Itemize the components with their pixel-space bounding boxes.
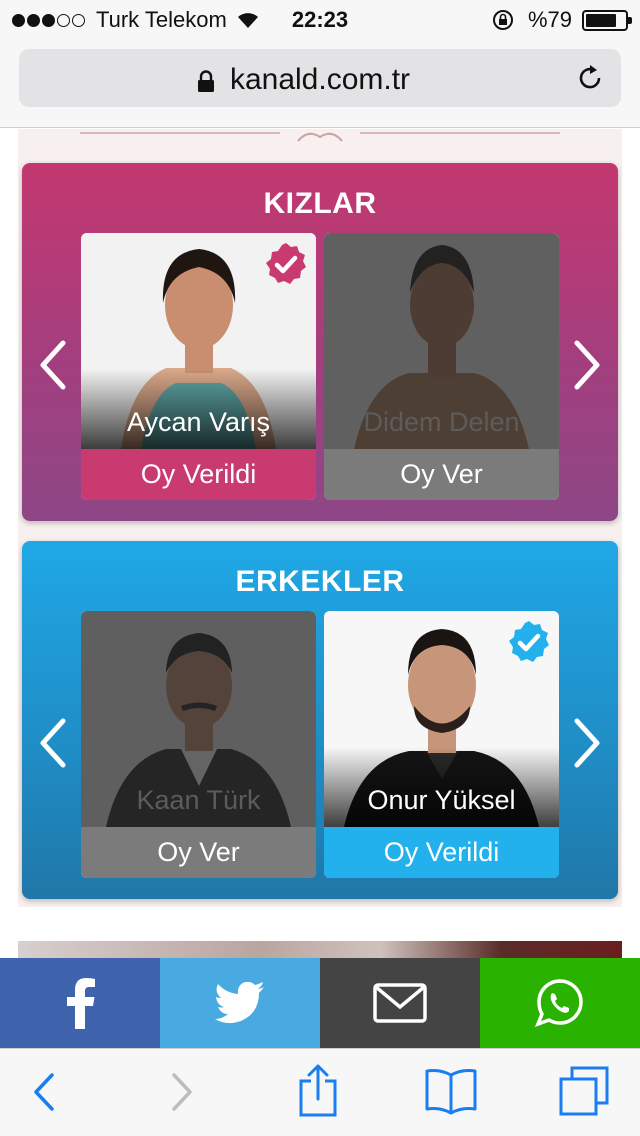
browser-toolbar — [0, 1048, 640, 1136]
candidate-card-onur[interactable]: Onur Yüksel Oy Verildi — [324, 611, 559, 878]
mail-share-button[interactable] — [320, 958, 480, 1048]
boys-prev-arrow-icon[interactable] — [36, 717, 70, 769]
girls-voting-panel: KIZLAR Aycan Varış Oy Verildi Didem Dele… — [22, 163, 618, 521]
whatsapp-share-button[interactable] — [480, 958, 640, 1048]
bookmarks-icon[interactable] — [424, 1067, 478, 1115]
vote-button[interactable]: Oy Verildi — [324, 827, 559, 878]
facebook-share-button[interactable] — [0, 958, 160, 1048]
tabs-icon[interactable] — [558, 1065, 610, 1117]
girls-panel-title: KIZLAR — [263, 187, 377, 220]
battery-percent: %79 — [527, 7, 572, 32]
status-right: %79 — [492, 7, 632, 33]
ornament-divider — [80, 132, 560, 142]
forward-icon[interactable] — [170, 1067, 196, 1117]
twitter-share-button[interactable] — [160, 958, 320, 1048]
girls-next-arrow-icon[interactable] — [570, 339, 604, 391]
girls-prev-arrow-icon[interactable] — [36, 339, 70, 391]
candidate-name: Kaan Türk — [136, 785, 261, 815]
vote-button[interactable]: Oy Ver — [324, 449, 559, 500]
facebook-icon — [67, 978, 95, 1029]
address-bar-area: kanald.com.tr — [0, 40, 640, 128]
next-article-image[interactable] — [18, 941, 622, 958]
candidate-card-kaan[interactable]: Kaan Türk Oy Ver — [81, 611, 316, 878]
status-bar: Turk Telekom 22:23 %79 — [0, 0, 640, 40]
voted-check-icon — [509, 621, 549, 662]
back-icon[interactable] — [30, 1067, 56, 1117]
candidate-card-didem[interactable]: Didem Delen Oy Ver — [324, 233, 559, 500]
candidate-name: Onur Yüksel — [367, 785, 516, 815]
mail-icon — [373, 983, 427, 1023]
share-bar — [0, 958, 640, 1048]
battery-icon — [582, 9, 632, 31]
address-bar[interactable]: kanald.com.tr — [19, 49, 621, 107]
rotation-lock-icon — [492, 10, 513, 30]
candidate-name: Didem Delen — [363, 407, 520, 437]
share-icon[interactable] — [298, 1063, 338, 1119]
vote-button[interactable]: Oy Ver — [81, 827, 316, 878]
whatsapp-icon — [535, 979, 583, 1027]
voted-check-icon — [266, 243, 306, 284]
candidate-card-aycan[interactable]: Aycan Varış Oy Verildi — [81, 233, 316, 500]
candidate-name: Aycan Varış — [126, 407, 271, 437]
boys-panel-title: ERKEKLER — [235, 565, 405, 598]
reload-icon[interactable] — [575, 63, 605, 93]
url-text[interactable]: kanald.com.tr — [19, 63, 621, 97]
boys-voting-panel: ERKEKLER Kaan Türk Oy Ver Onur Yüksel Oy… — [22, 541, 618, 899]
twitter-icon — [215, 982, 264, 1024]
vote-button[interactable]: Oy Verildi — [81, 449, 316, 500]
boys-next-arrow-icon[interactable] — [570, 717, 604, 769]
web-page: KIZLAR Aycan Varış Oy Verildi Didem Dele… — [0, 129, 640, 958]
